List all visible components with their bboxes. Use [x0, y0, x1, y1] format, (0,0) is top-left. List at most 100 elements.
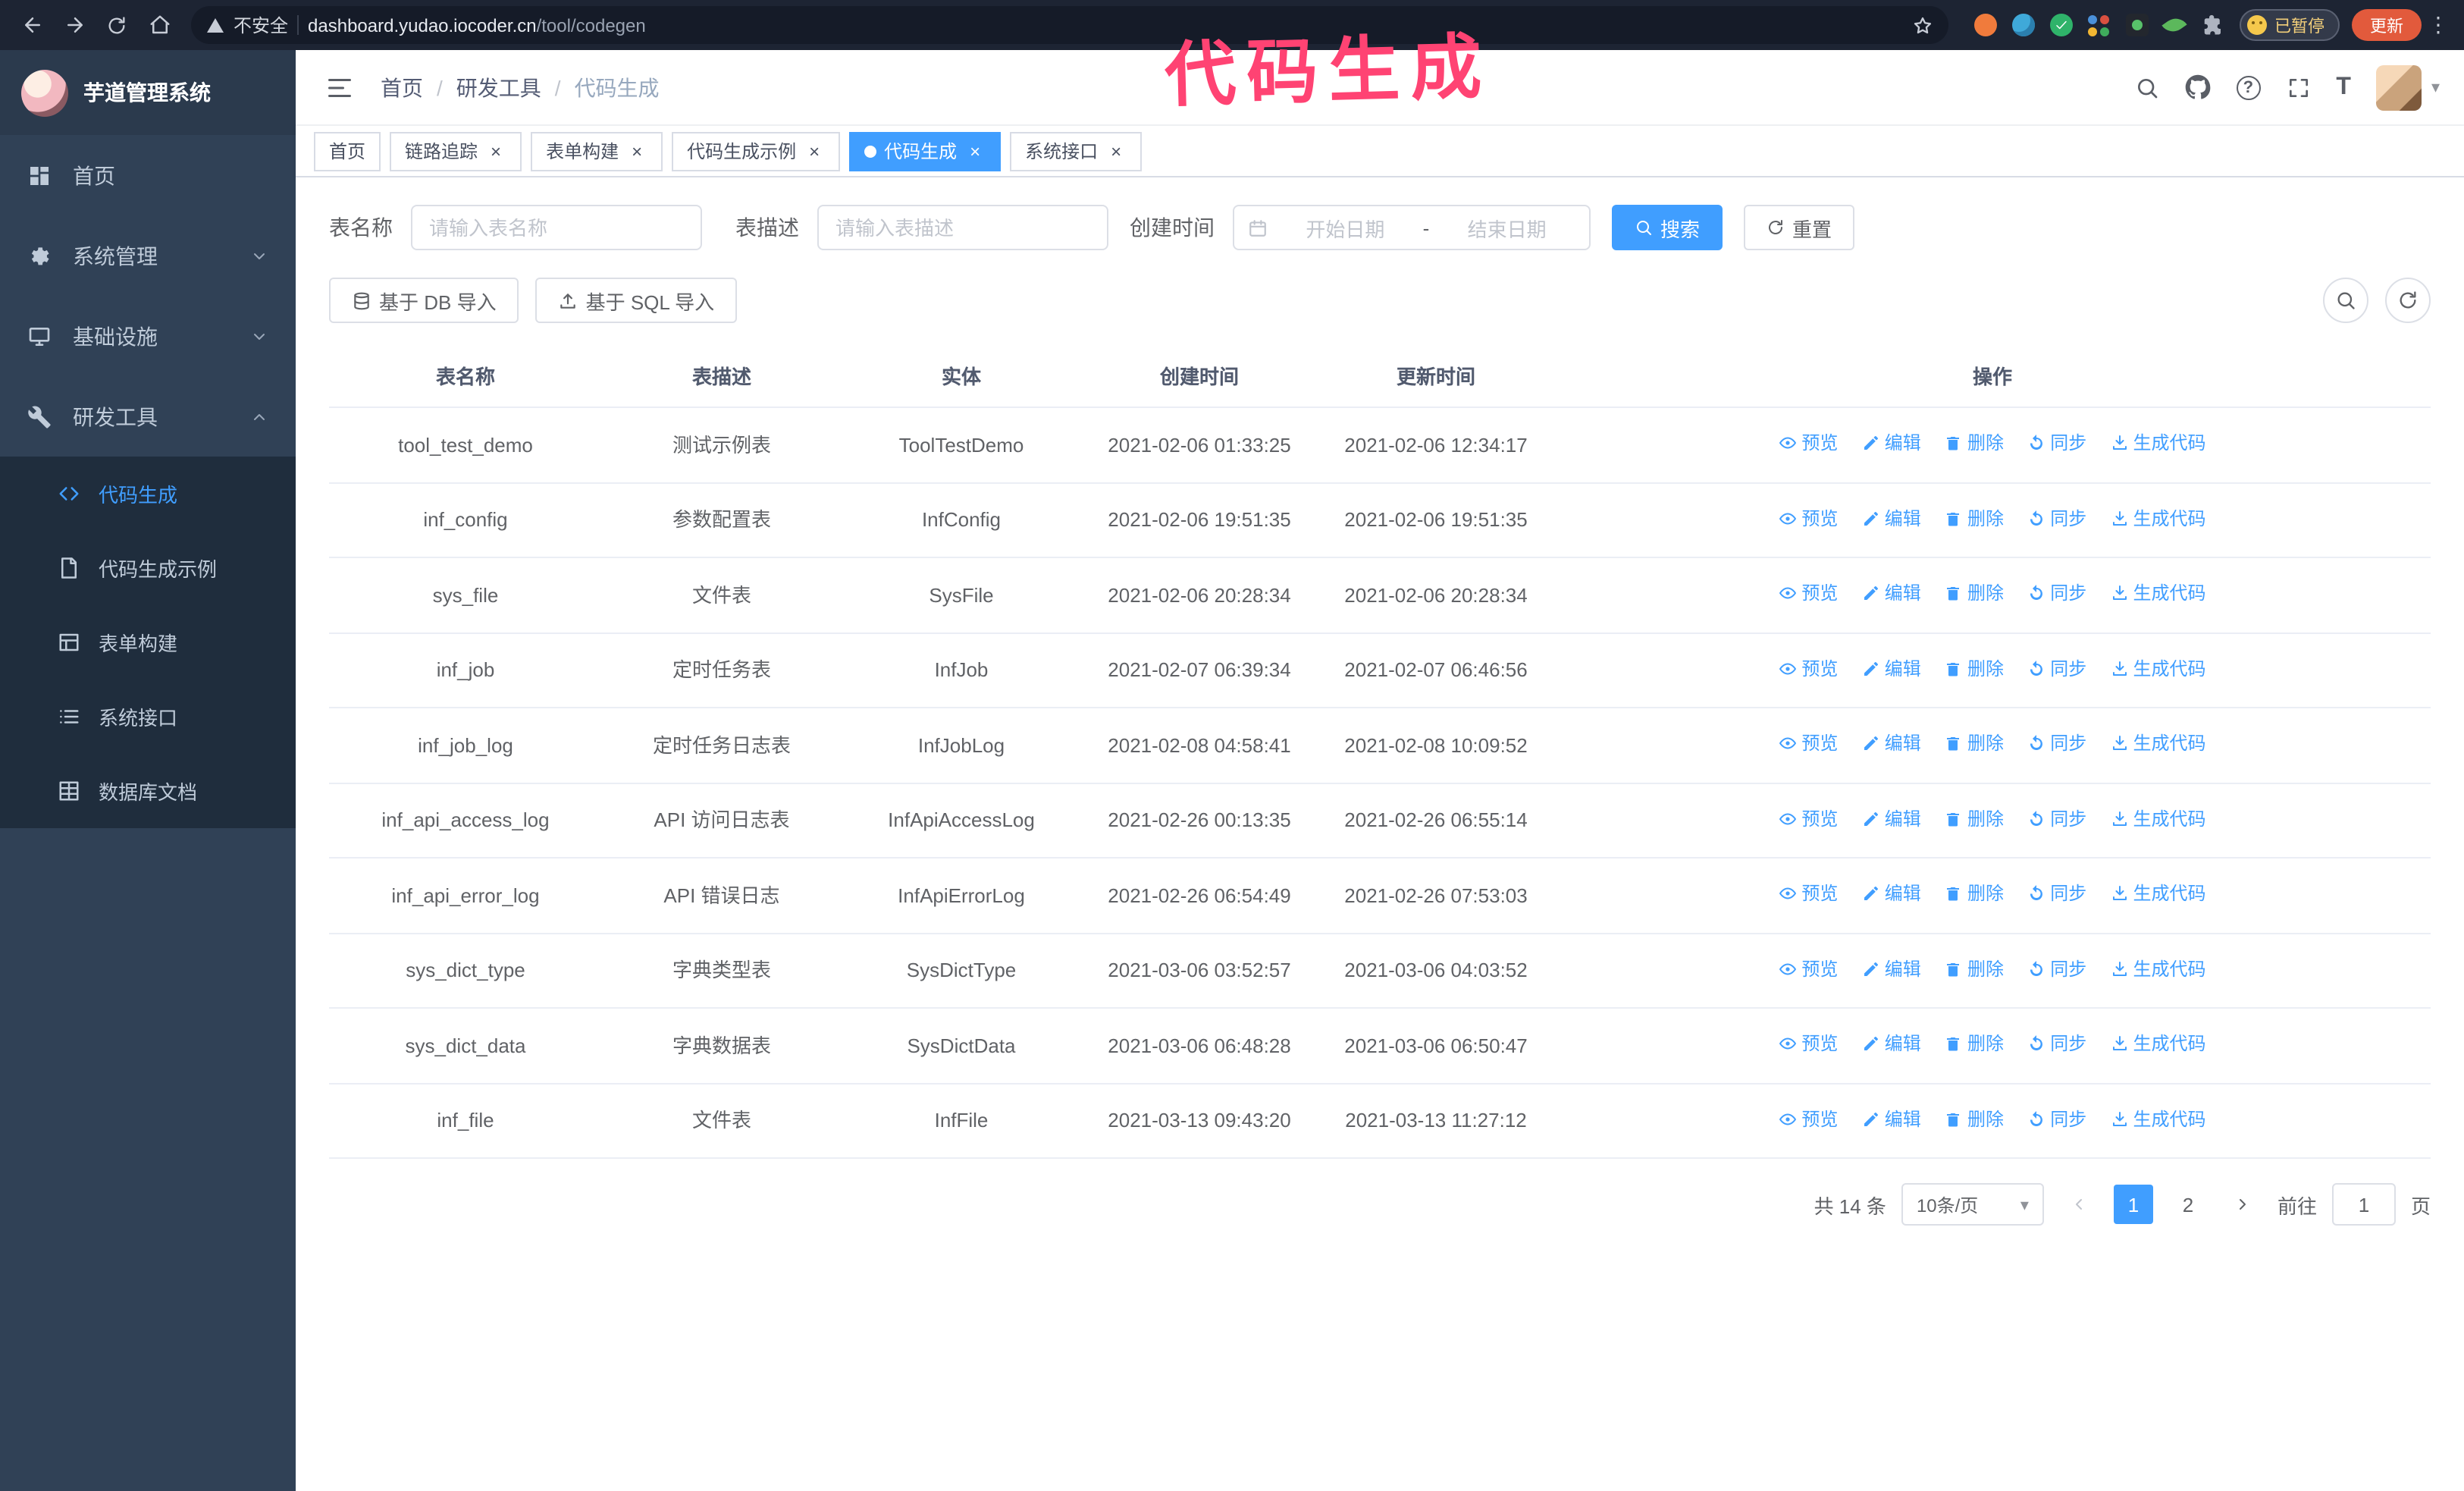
delete-link[interactable]: 删除: [1945, 730, 2004, 757]
table-desc-input[interactable]: [817, 205, 1108, 250]
page-number-2[interactable]: 2: [2168, 1185, 2208, 1224]
sync-link[interactable]: 同步: [2027, 504, 2086, 532]
bookmark-star-icon[interactable]: [1912, 14, 1933, 36]
address-bar[interactable]: 不安全 dashboard.yudao.iocoder.cn/tool/code…: [191, 6, 1948, 44]
browser-forward-icon[interactable]: [55, 5, 94, 45]
sidebar-item-codegen-example[interactable]: 代码生成示例: [0, 531, 296, 605]
delete-link[interactable]: 删除: [1945, 955, 2004, 982]
sync-link[interactable]: 同步: [2027, 730, 2086, 757]
date-start-placeholder[interactable]: 开始日期: [1277, 213, 1414, 242]
sync-link[interactable]: 同步: [2027, 579, 2086, 607]
extension-people-icon[interactable]: [2086, 13, 2111, 37]
profile-paused-badge[interactable]: 已暂停: [2240, 9, 2340, 41]
goto-page-input[interactable]: [2331, 1183, 2396, 1226]
delete-link[interactable]: 删除: [1945, 579, 2004, 607]
browser-reload-icon[interactable]: [97, 5, 136, 45]
delete-link[interactable]: 删除: [1945, 504, 2004, 532]
sidebar-item-infrastructure[interactable]: 基础设施: [0, 296, 296, 376]
sidebar-logo[interactable]: 芋道管理系统: [0, 50, 296, 135]
edit-link[interactable]: 编辑: [1862, 654, 1921, 682]
page-size-select[interactable]: 10条/页 ▾: [1901, 1183, 2044, 1226]
extension-check-icon[interactable]: [2049, 13, 2073, 37]
reset-button[interactable]: 重置: [1744, 205, 1855, 250]
delete-link[interactable]: 删除: [1945, 1030, 2004, 1057]
close-icon[interactable]: ×: [1105, 140, 1127, 162]
breadcrumb-home[interactable]: 首页: [381, 72, 423, 102]
tab-codegen[interactable]: 代码生成 ×: [849, 131, 1002, 171]
sidebar-item-db-docs[interactable]: 数据库文档: [0, 754, 296, 828]
generate-code-link[interactable]: 生成代码: [2111, 880, 2206, 907]
extensions-puzzle-icon[interactable]: [2200, 13, 2224, 37]
extension-fox-icon[interactable]: [1973, 13, 1997, 37]
generate-code-link[interactable]: 生成代码: [2111, 955, 2206, 982]
close-icon[interactable]: ×: [964, 140, 986, 162]
tab-form-builder[interactable]: 表单构建 ×: [531, 131, 663, 171]
edit-link[interactable]: 编辑: [1862, 504, 1921, 532]
sync-link[interactable]: 同步: [2027, 654, 2086, 682]
hamburger-icon[interactable]: [320, 67, 359, 107]
toggle-search-button[interactable]: [2323, 278, 2368, 323]
date-range-picker[interactable]: 开始日期 - 结束日期: [1233, 205, 1591, 250]
generate-code-link[interactable]: 生成代码: [2111, 504, 2206, 532]
sidebar-item-codegen[interactable]: 代码生成: [0, 457, 296, 531]
preview-link[interactable]: 预览: [1779, 504, 1838, 532]
preview-link[interactable]: 预览: [1779, 805, 1838, 832]
tab-codegen-example[interactable]: 代码生成示例 ×: [672, 131, 841, 171]
edit-link[interactable]: 编辑: [1862, 955, 1921, 982]
github-icon[interactable]: [2184, 74, 2210, 100]
font-size-icon[interactable]: T: [2336, 74, 2351, 101]
search-button[interactable]: 搜索: [1612, 205, 1723, 250]
sync-link[interactable]: 同步: [2027, 805, 2086, 832]
close-icon[interactable]: ×: [485, 140, 506, 162]
edit-link[interactable]: 编辑: [1862, 805, 1921, 832]
sidebar-item-form-builder[interactable]: 表单构建: [0, 605, 296, 680]
preview-link[interactable]: 预览: [1779, 955, 1838, 982]
delete-link[interactable]: 删除: [1945, 654, 2004, 682]
edit-link[interactable]: 编辑: [1862, 429, 1921, 457]
browser-back-icon[interactable]: [12, 5, 52, 45]
help-icon[interactable]: ?: [2236, 75, 2261, 99]
generate-code-link[interactable]: 生成代码: [2111, 730, 2206, 757]
breadcrumb-dev-tools[interactable]: 研发工具: [456, 72, 541, 102]
sidebar-item-dev-tools[interactable]: 研发工具: [0, 376, 296, 457]
preview-link[interactable]: 预览: [1779, 730, 1838, 757]
generate-code-link[interactable]: 生成代码: [2111, 1105, 2206, 1132]
table-name-input[interactable]: [411, 205, 702, 250]
sync-link[interactable]: 同步: [2027, 1030, 2086, 1057]
sidebar-item-system-api[interactable]: 系统接口: [0, 680, 296, 754]
sync-link[interactable]: 同步: [2027, 429, 2086, 457]
extension-dark-icon[interactable]: [2124, 13, 2149, 37]
sync-link[interactable]: 同步: [2027, 955, 2086, 982]
delete-link[interactable]: 删除: [1945, 1105, 2004, 1132]
generate-code-link[interactable]: 生成代码: [2111, 1030, 2206, 1057]
edit-link[interactable]: 编辑: [1862, 1105, 1921, 1132]
extension-drop-icon[interactable]: [2011, 13, 2035, 37]
preview-link[interactable]: 预览: [1779, 429, 1838, 457]
preview-link[interactable]: 预览: [1779, 1105, 1838, 1132]
prev-page-button[interactable]: [2059, 1185, 2099, 1224]
next-page-button[interactable]: [2223, 1185, 2262, 1224]
fullscreen-icon[interactable]: [2286, 75, 2310, 99]
close-icon[interactable]: ×: [626, 140, 647, 162]
browser-home-icon[interactable]: [140, 5, 179, 45]
page-number-1[interactable]: 1: [2113, 1185, 2153, 1224]
browser-menu-icon[interactable]: ⋮: [2425, 12, 2452, 38]
edit-link[interactable]: 编辑: [1862, 579, 1921, 607]
preview-link[interactable]: 预览: [1779, 654, 1838, 682]
sidebar-item-system-management[interactable]: 系统管理: [0, 215, 296, 296]
browser-update-button[interactable]: 更新: [2352, 9, 2422, 41]
generate-code-link[interactable]: 生成代码: [2111, 579, 2206, 607]
sidebar-item-home[interactable]: 首页: [0, 135, 296, 215]
import-db-button[interactable]: 基于 DB 导入: [329, 278, 519, 323]
extension-leaf-icon[interactable]: [2161, 13, 2187, 37]
delete-link[interactable]: 删除: [1945, 880, 2004, 907]
import-sql-button[interactable]: 基于 SQL 导入: [535, 278, 738, 323]
delete-link[interactable]: 删除: [1945, 429, 2004, 457]
tab-tracing[interactable]: 链路追踪 ×: [390, 131, 522, 171]
generate-code-link[interactable]: 生成代码: [2111, 805, 2206, 832]
edit-link[interactable]: 编辑: [1862, 1030, 1921, 1057]
sync-link[interactable]: 同步: [2027, 1105, 2086, 1132]
tab-home[interactable]: 首页: [314, 131, 381, 171]
edit-link[interactable]: 编辑: [1862, 730, 1921, 757]
generate-code-link[interactable]: 生成代码: [2111, 654, 2206, 682]
